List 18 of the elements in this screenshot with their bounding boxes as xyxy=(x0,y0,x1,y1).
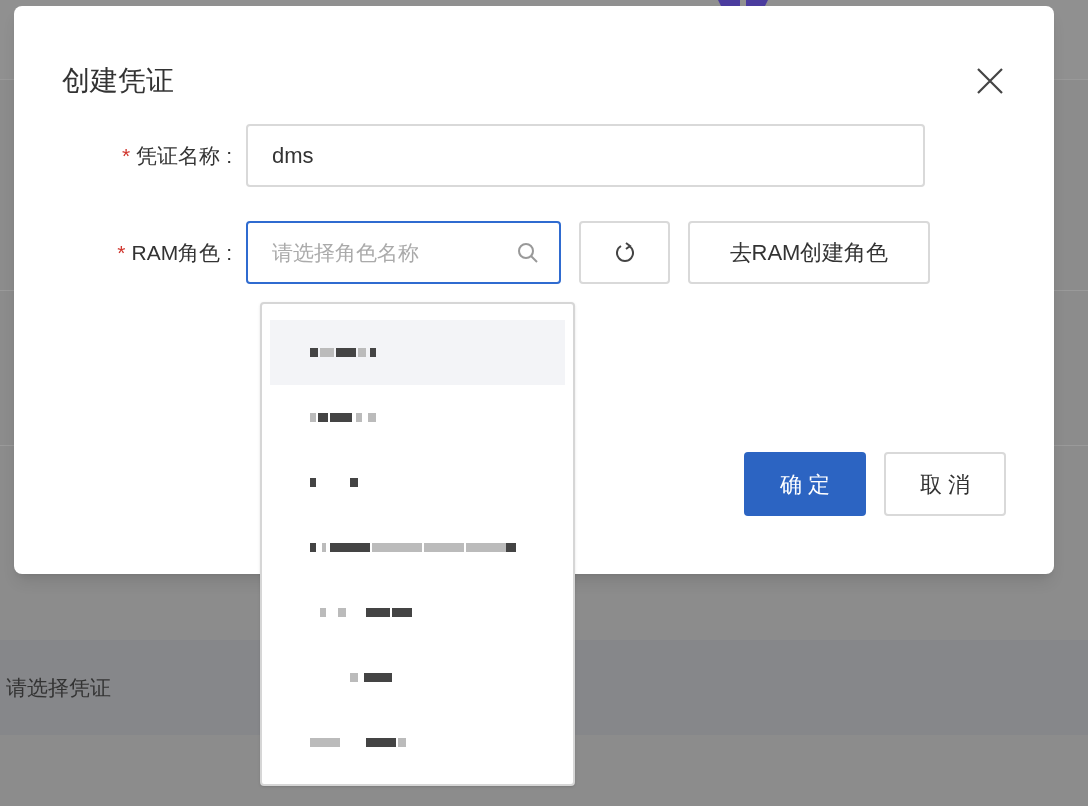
field-label: RAM角色 xyxy=(131,239,221,266)
redacted-text xyxy=(310,478,358,487)
refresh-button[interactable] xyxy=(579,221,670,284)
dialog-title: 创建凭证 xyxy=(62,64,174,98)
cancel-button[interactable]: 取 消 xyxy=(884,452,1006,516)
required-mark: * xyxy=(117,239,126,266)
confirm-button[interactable]: 确 定 xyxy=(744,452,866,516)
redacted-text xyxy=(350,673,392,682)
search-icon xyxy=(517,241,539,264)
create-role-button[interactable]: 去RAM创建角色 xyxy=(688,221,930,284)
label-colon: : xyxy=(226,142,232,169)
label-colon: : xyxy=(226,239,232,266)
redacted-text xyxy=(310,348,376,357)
input-field[interactable]: dms xyxy=(246,124,925,187)
refresh-icon xyxy=(613,241,636,264)
field-label: 凭证名称 xyxy=(136,142,221,169)
redacted-text xyxy=(310,413,376,422)
required-mark: * xyxy=(121,142,131,169)
